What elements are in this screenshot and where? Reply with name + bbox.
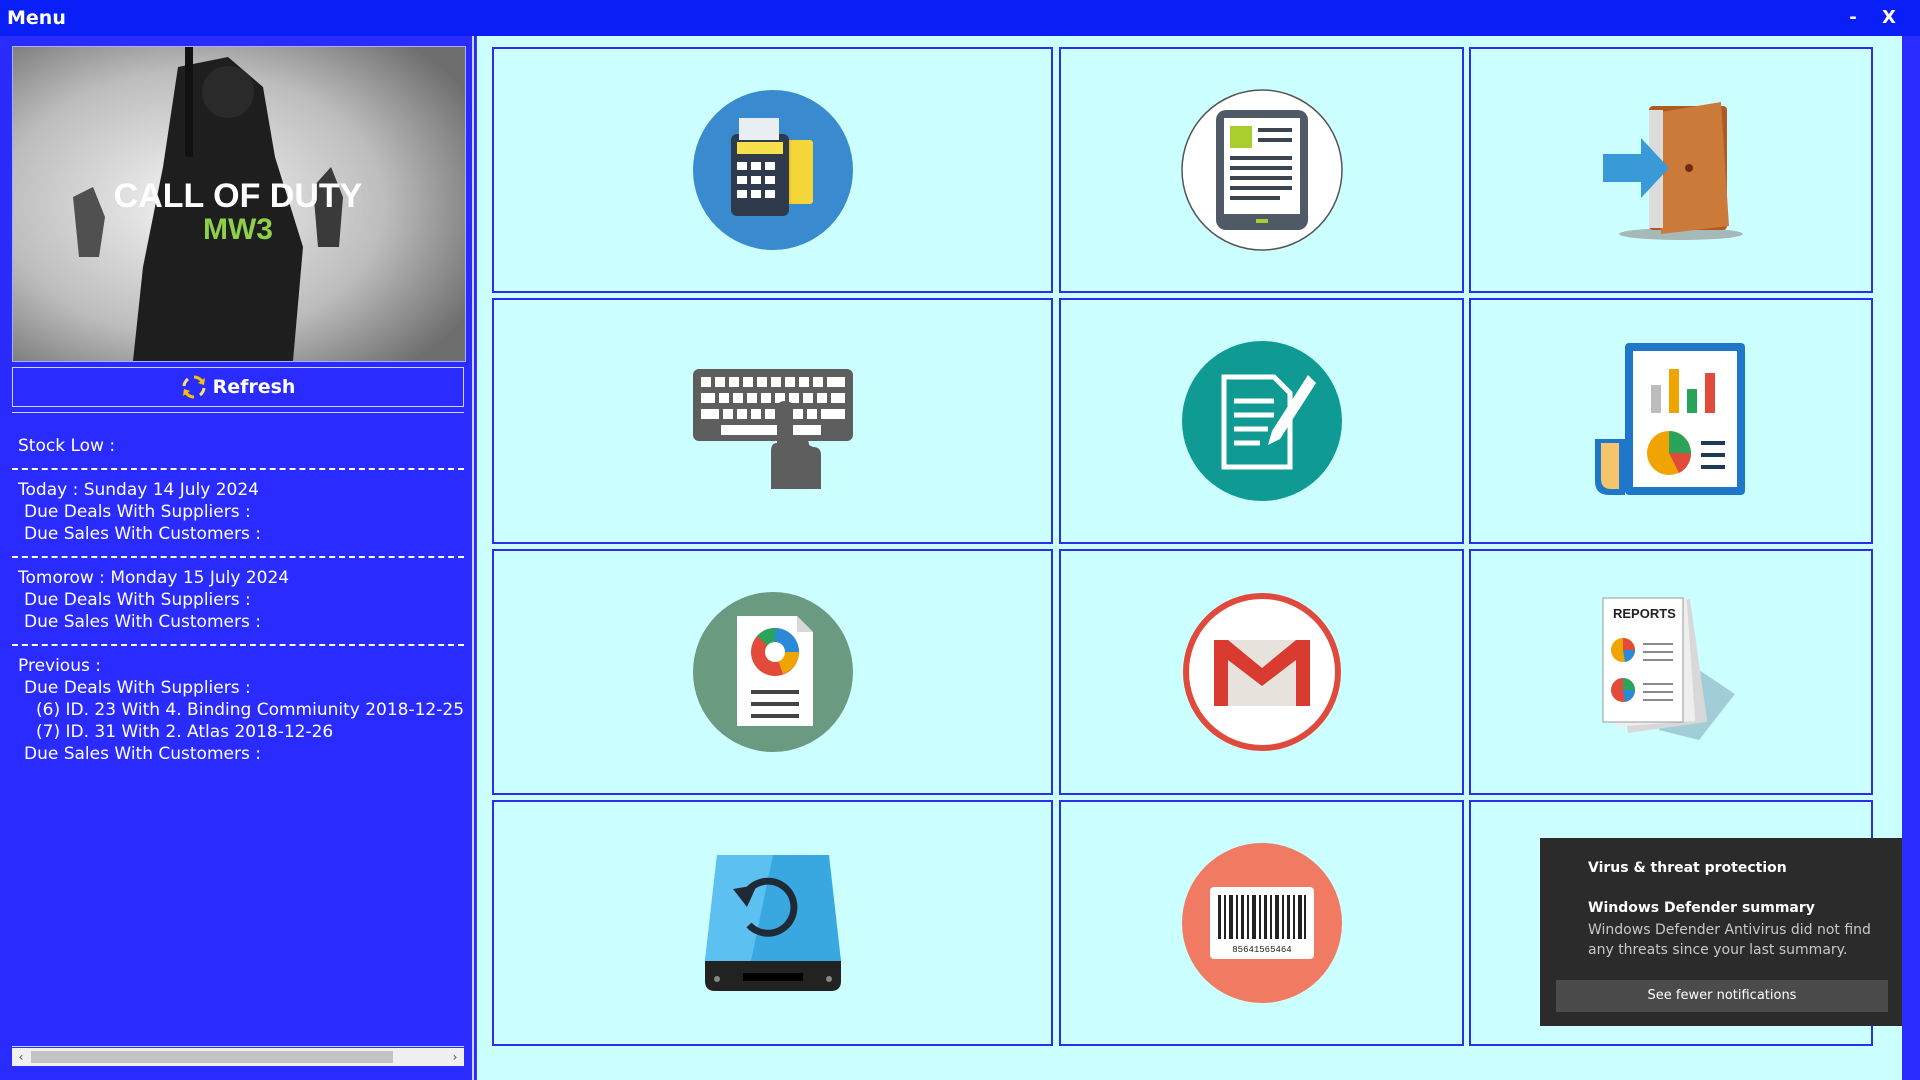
deal-item: (6) ID. 23 With 4. Binding Commiunity 20… (36, 700, 465, 720)
dashed-divider (12, 468, 464, 470)
scrollbar-thumb[interactable] (31, 1051, 393, 1063)
refresh-icon (182, 375, 206, 399)
scroll-left-icon[interactable]: ‹ (12, 1048, 30, 1066)
document-edit-icon (1181, 341, 1342, 501)
pie-document-icon (692, 592, 853, 752)
title-bar: Menu - X (0, 0, 1920, 36)
horizontal-scrollbar[interactable]: ‹ › (12, 1048, 464, 1066)
tile-pie-document[interactable] (492, 549, 1053, 795)
separator (12, 1046, 464, 1047)
scroll-right-icon[interactable]: › (446, 1048, 464, 1066)
barcode-icon: 85641565464 (1181, 843, 1342, 1003)
tomorrow-customers-label: Due Sales With Customers : (24, 612, 261, 632)
banner-image: CALL OF DUTY MW3 (12, 46, 466, 362)
minimize-button[interactable]: - (1836, 4, 1870, 32)
svg-text:REPORTS: REPORTS (1613, 606, 1676, 621)
left-panel: CALL OF DUTY MW3 Refresh Stock Low : Tod… (0, 36, 472, 1080)
tile-gmail[interactable] (1059, 549, 1464, 795)
previous-label: Previous : (18, 656, 101, 676)
banner-title: CALL OF DUTY (114, 177, 363, 215)
tablet-document-icon (1180, 89, 1343, 251)
tile-report-chart[interactable] (1469, 298, 1873, 544)
stock-low-label: Stock Low : (18, 436, 116, 456)
reports-stack-icon: REPORTS (1602, 597, 1735, 740)
barcode-number: 85641565464 (1232, 945, 1291, 955)
see-fewer-notifications-button[interactable]: See fewer notifications (1556, 980, 1888, 1012)
toast-body: Windows Defender Antivirus did not find … (1588, 922, 1871, 958)
game-cover-art: CALL OF DUTY MW3 (13, 47, 465, 361)
dashed-divider (12, 556, 464, 558)
notification-toast[interactable]: Virus & threat protection Windows Defend… (1540, 838, 1902, 1026)
refresh-label: Refresh (212, 376, 296, 398)
dashed-divider (12, 644, 464, 646)
banner-subtitle: MW3 (203, 213, 273, 246)
panel-divider (472, 36, 474, 1080)
tile-keyboard[interactable] (492, 298, 1053, 544)
tile-cash-register[interactable] (492, 47, 1053, 293)
exit-door-icon (1603, 102, 1743, 240)
keyboard-hand-icon (692, 369, 853, 489)
tile-barcode[interactable]: 85641565464 (1059, 800, 1464, 1046)
tile-reports-stack[interactable]: REPORTS (1469, 549, 1873, 795)
backup-drive-icon (704, 855, 841, 991)
window-title: Menu (7, 7, 66, 29)
separator (12, 412, 464, 413)
toast-heading: Windows Defender summary (1588, 900, 1815, 916)
tile-backup-drive[interactable] (492, 800, 1053, 1046)
refresh-button[interactable]: Refresh (12, 367, 464, 407)
previous-customers-label: Due Sales With Customers : (24, 744, 261, 764)
today-label: Today : Sunday 14 July 2024 (18, 480, 259, 500)
today-customers-label: Due Sales With Customers : (24, 524, 261, 544)
cash-register-icon (692, 90, 853, 250)
gmail-icon (1182, 593, 1341, 751)
tile-tablet-document[interactable] (1059, 47, 1464, 293)
report-chart-icon (1595, 343, 1745, 495)
toast-title: Virus & threat protection (1588, 860, 1787, 876)
tile-document-edit[interactable] (1059, 298, 1464, 544)
tomorrow-suppliers-label: Due Deals With Suppliers : (24, 590, 251, 610)
deal-item: (7) ID. 31 With 2. Atlas 2018-12-26 (36, 722, 334, 742)
today-suppliers-label: Due Deals With Suppliers : (24, 502, 251, 522)
tomorrow-label: Tomorow : Monday 15 July 2024 (18, 568, 290, 588)
close-button[interactable]: X (1872, 4, 1906, 32)
previous-suppliers-label: Due Deals With Suppliers : (24, 678, 251, 698)
right-border (1902, 36, 1920, 1080)
tile-exit-door[interactable] (1469, 47, 1873, 293)
